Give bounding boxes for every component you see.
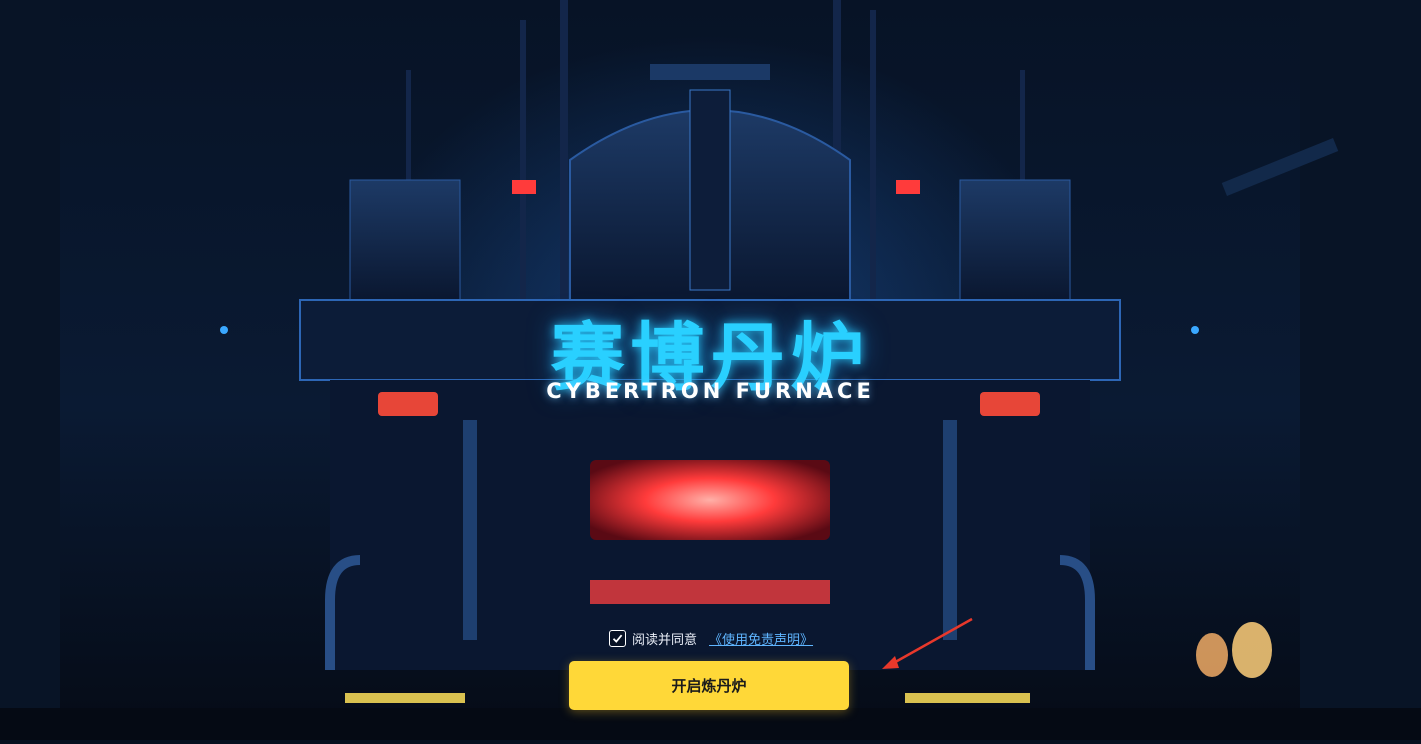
start-furnace-button[interactable]: 开启炼丹炉: [569, 661, 849, 710]
agreement-text: 阅读并同意: [632, 631, 698, 647]
agree-checkbox[interactable]: [609, 629, 626, 647]
agreement-row: 阅读并同意 《使用免责声明》: [609, 628, 813, 648]
hero-subtitle: CYBERTRON FURNACE: [546, 379, 875, 403]
checkmark-icon: [612, 634, 623, 643]
disclaimer-link[interactable]: 《使用免责声明》: [709, 629, 813, 648]
